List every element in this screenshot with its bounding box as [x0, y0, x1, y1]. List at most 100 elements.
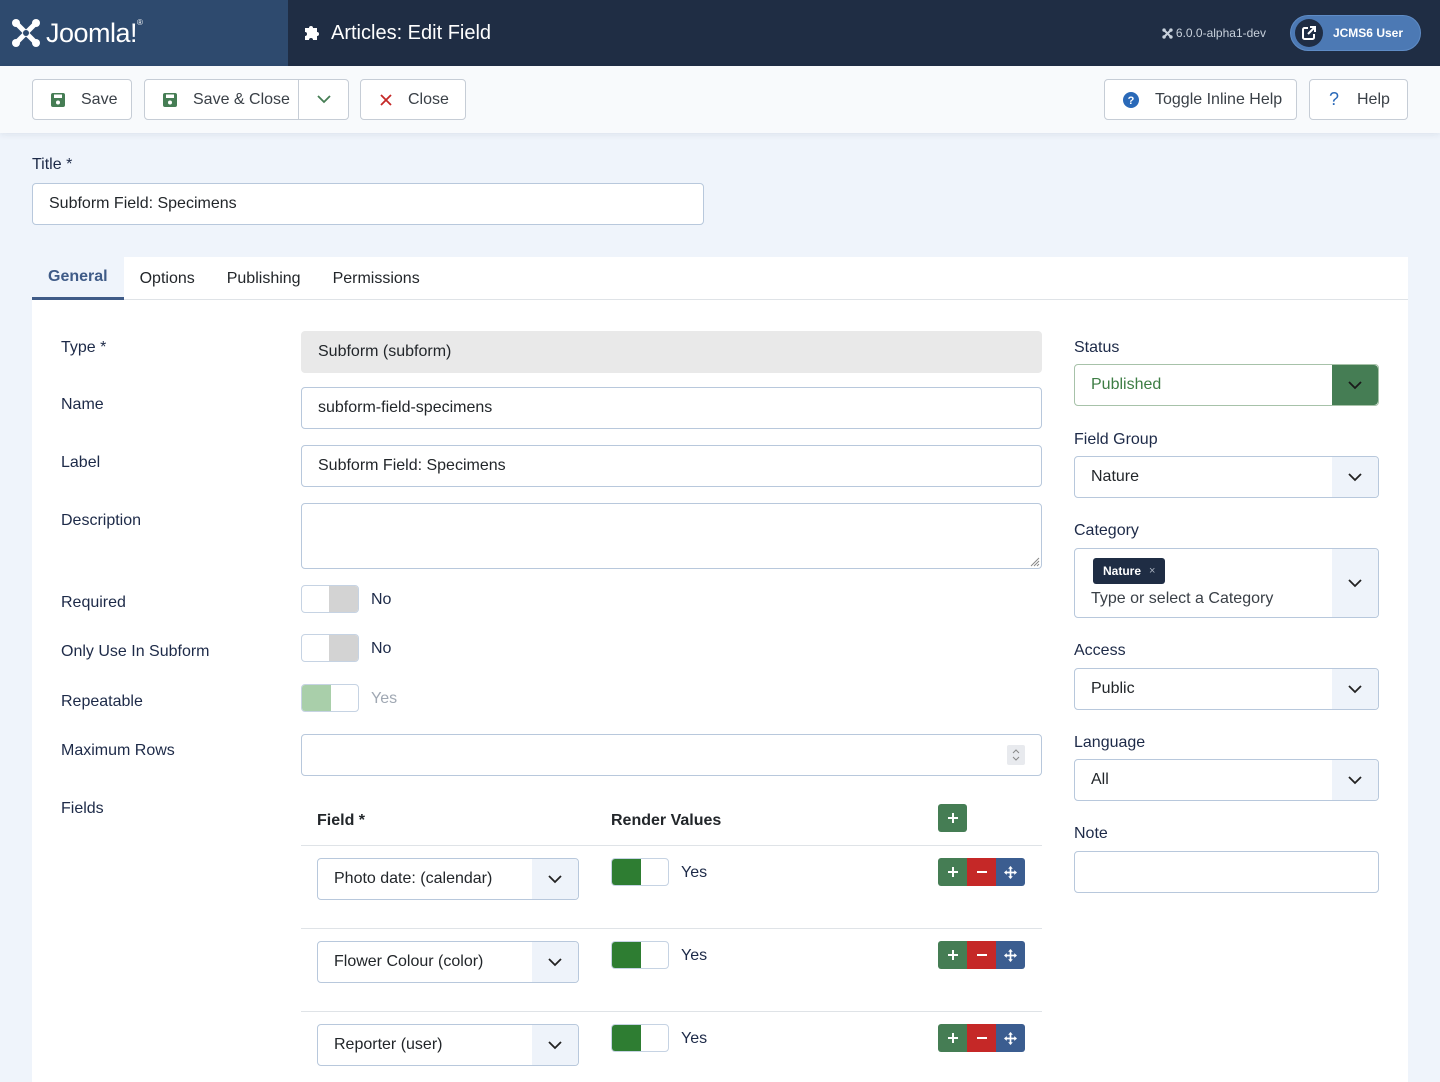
add-row-after-button[interactable] [938, 858, 967, 886]
subform-field-select[interactable]: Flower Colour (color) [317, 941, 579, 983]
render-values-value: Yes [681, 947, 708, 964]
floppy-disk-icon [51, 92, 65, 107]
close-button[interactable]: Close [360, 79, 466, 120]
plus-icon [947, 950, 958, 960]
save-label: Save [81, 90, 118, 108]
row-actions [938, 858, 1025, 886]
field-group-value: Nature [1091, 468, 1140, 485]
status-label: Status [1074, 339, 1120, 356]
move-arrows-icon [1004, 948, 1017, 962]
joomla-logo-icon [12, 19, 40, 47]
access-select[interactable]: Public [1074, 668, 1379, 710]
add-row-after-button[interactable] [938, 941, 967, 969]
title-input[interactable] [32, 183, 704, 225]
render-values-switch[interactable] [611, 858, 669, 886]
only-subform-switch[interactable] [301, 634, 359, 662]
field-group-select[interactable]: Nature [1074, 456, 1379, 498]
max-rows-input[interactable] [301, 734, 1042, 776]
divider [301, 928, 1042, 929]
category-placeholder[interactable]: Type or select a Category [1091, 590, 1273, 608]
note-input[interactable] [1074, 851, 1379, 893]
render-values-switch[interactable] [611, 1024, 669, 1052]
language-select[interactable]: All [1074, 759, 1379, 801]
subform-field-select[interactable]: Photo date: (calendar) [317, 858, 579, 900]
only-subform-label: Only Use In Subform [61, 643, 210, 660]
language-value: All [1091, 771, 1109, 788]
required-switch[interactable] [301, 585, 359, 613]
page-title-text: Articles: Edit Field [331, 21, 492, 44]
help-label: Help [1357, 90, 1390, 108]
version-info: 6.0.0-alpha1-dev [1162, 26, 1266, 40]
repeatable-label: Repeatable [61, 693, 143, 710]
plus-icon [947, 813, 958, 823]
category-chip: Nature × [1093, 558, 1166, 584]
category-chip-label: Nature [1103, 564, 1142, 578]
chevron-down-icon [316, 95, 331, 104]
chevron-down-icon [1348, 472, 1362, 481]
tab-options[interactable]: Options [124, 257, 211, 300]
minus-icon [976, 954, 987, 956]
note-label: Note [1074, 825, 1108, 842]
question-mark-icon: ? [1329, 89, 1340, 109]
divider [301, 845, 1042, 846]
save-button[interactable]: Save [32, 79, 132, 120]
remove-row-button[interactable] [967, 1024, 996, 1052]
field-select-value: Photo date: (calendar) [334, 870, 493, 887]
field-select-value: Reporter (user) [334, 1036, 443, 1053]
description-label: Description [61, 512, 142, 529]
joomla-small-icon [1162, 27, 1173, 39]
save-close-button[interactable]: Save & Close [144, 79, 349, 120]
title-label: Title * [32, 156, 73, 173]
field-select-value: Flower Colour (color) [334, 953, 484, 970]
tab-publishing[interactable]: Publishing [211, 257, 317, 300]
remove-chip-icon[interactable]: × [1149, 565, 1155, 577]
plus-icon [947, 867, 958, 877]
subform-field-select[interactable]: Reporter (user) [317, 1024, 579, 1066]
description-textarea[interactable] [301, 503, 1042, 569]
category-select[interactable]: Nature × Type or select a Category [1074, 548, 1379, 618]
name-value: subform-field-specimens [318, 399, 493, 416]
col-render-header: Render Values [611, 812, 722, 829]
help-button[interactable]: ? Help [1309, 79, 1408, 120]
label-input[interactable]: Subform Field: Specimens [301, 445, 1042, 487]
version-text: 6.0.0-alpha1-dev [1175, 26, 1266, 40]
divider [301, 1011, 1042, 1012]
app-header: Joomla!® Articles: Edit Field 6.0.0-alph… [0, 0, 1440, 66]
access-label: Access [1074, 642, 1126, 659]
tab-permissions[interactable]: Permissions [317, 257, 436, 300]
status-select[interactable]: Published [1074, 364, 1379, 406]
name-label: Name [61, 396, 104, 413]
add-row-after-button[interactable] [938, 1024, 967, 1052]
required-value: No [371, 591, 392, 608]
toggle-inline-help-button[interactable]: ? Toggle Inline Help [1104, 79, 1297, 120]
resize-handle-icon[interactable] [1028, 555, 1040, 567]
user-menu-button[interactable]: JCMS6 User [1289, 15, 1421, 51]
row-actions [938, 941, 1025, 969]
row-actions [938, 1024, 1025, 1052]
move-row-handle[interactable] [996, 858, 1025, 886]
svg-text:?: ? [1128, 95, 1135, 107]
chevron-down-icon [1348, 380, 1362, 389]
language-label: Language [1074, 734, 1146, 751]
floppy-disk-icon [163, 92, 177, 107]
logo-text: Joomla!® [46, 17, 143, 48]
plus-icon [947, 1033, 958, 1043]
move-row-handle[interactable] [996, 1024, 1025, 1052]
chevron-down-icon [1348, 578, 1362, 587]
tab-general[interactable]: General [32, 257, 124, 300]
render-values-switch[interactable] [611, 941, 669, 969]
chevron-down-icon [1348, 775, 1362, 784]
add-row-button[interactable] [938, 804, 967, 832]
label-label: Label [61, 454, 101, 471]
question-circle-icon: ? [1123, 91, 1139, 108]
render-values-value: Yes [681, 864, 708, 881]
chevron-down-icon [548, 1040, 562, 1049]
remove-row-button[interactable] [967, 858, 996, 886]
save-close-label: Save & Close [193, 90, 290, 108]
number-spinner[interactable] [1007, 745, 1025, 765]
move-row-handle[interactable] [996, 941, 1025, 969]
name-input[interactable]: subform-field-specimens [301, 387, 1042, 429]
remove-row-button[interactable] [967, 941, 996, 969]
joomla-logo[interactable]: Joomla!® [0, 0, 288, 66]
save-options-dropdown[interactable] [298, 80, 348, 119]
